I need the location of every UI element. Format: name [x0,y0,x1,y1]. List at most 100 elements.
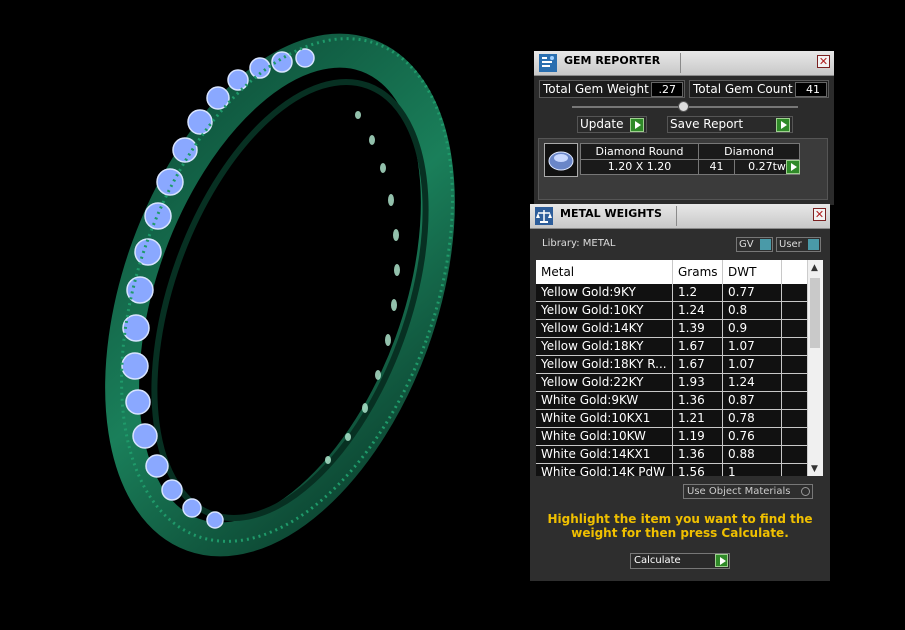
table-row[interactable]: Yellow Gold:10KY 1.24 0.8 [536,302,808,320]
gem-reporter-close-button[interactable]: ✕ [817,55,830,68]
gv-label: GV [739,239,754,250]
column-header-empty [782,260,808,284]
save-report-button-label: Save Report [670,117,744,131]
gem-count: 41 [699,160,735,175]
grams-cell: 1.39 [673,320,723,337]
3d-viewport[interactable] [0,0,530,626]
table-row[interactable]: Yellow Gold:18KY 1.67 1.07 [536,338,808,356]
gem-detail-grid: Diamond Round Diamond 1.20 X 1.20 41 0.2… [580,143,800,175]
grams-cell: 1.36 [673,392,723,409]
empty-cell [782,338,808,355]
table-row[interactable]: Yellow Gold:18KY R... 1.67 1.07 [536,356,808,374]
table-row[interactable]: White Gold:10KW 1.19 0.76 [536,428,808,446]
gem-select-play-button[interactable] [786,160,800,174]
ring-band [105,33,455,557]
empty-cell [782,464,808,476]
metal-table-header: Metal Grams DWT [536,260,808,284]
table-row[interactable]: White Gold:10KX1 1.21 0.78 [536,410,808,428]
use-object-materials-label: Use Object Materials [687,486,791,497]
metal-weights-titlebar[interactable]: METAL WEIGHTS ✕ [530,204,830,229]
gem-size: 1.20 X 1.20 [581,160,699,175]
library-label: Library: METAL [542,238,616,249]
gem-shape: Diamond Round [581,144,699,160]
table-row[interactable]: Yellow Gold:22KY 1.93 1.24 [536,374,808,392]
update-button-label: Update [580,117,624,131]
metal-cell: Yellow Gold:18KY [536,338,673,355]
scroll-down-icon[interactable]: ▼ [811,464,818,474]
empty-cell [782,374,808,391]
grams-cell: 1.24 [673,302,723,319]
titlebar-separator [676,206,677,226]
metal-cell: Yellow Gold:10KY [536,302,673,319]
empty-cell [782,446,808,463]
user-toggle[interactable]: User [776,237,821,252]
empty-cell [782,302,808,319]
use-object-materials-checkbox[interactable]: Use Object Materials [683,484,813,499]
grams-cell: 1.67 [673,356,723,373]
gem-list-item[interactable]: Diamond Round Diamond 1.20 X 1.20 41 0.2… [544,143,802,177]
metal-table-body: Yellow Gold:9KY 1.2 0.77 Yellow Gold:10KY 1.… [536,284,808,476]
dwt-cell: 0.88 [723,446,782,463]
gem-report-icon [539,54,557,72]
table-row[interactable]: Yellow Gold:9KY 1.2 0.77 [536,284,808,302]
scale-icon [535,207,553,225]
dwt-cell: 1.07 [723,338,782,355]
dwt-cell: 0.76 [723,428,782,445]
metal-weights-panel: METAL WEIGHTS ✕ Library: METAL GV User M… [530,204,830,581]
radio-icon [801,487,810,496]
column-header-metal[interactable]: Metal [536,260,673,284]
dwt-cell: 0.77 [723,284,782,301]
metal-weights-close-button[interactable]: ✕ [813,208,826,221]
calculate-hint: Highlight the item you want to find the … [547,512,813,540]
total-gem-count-value: 41 [795,82,827,97]
metal-cell: Yellow Gold:14KY [536,320,673,337]
table-row[interactable]: White Gold:14KX1 1.36 0.88 [536,446,808,464]
gem-reporter-titlebar[interactable]: GEM REPORTER ✕ [534,51,834,76]
scroll-thumb[interactable] [810,278,820,348]
dwt-cell: 0.8 [723,302,782,319]
empty-cell [782,320,808,337]
scroll-up-icon[interactable]: ▲ [811,263,818,273]
calculate-button[interactable]: Calculate [630,553,730,569]
gv-toggle[interactable]: GV [736,237,773,252]
dwt-cell: 0.78 [723,410,782,427]
titlebar-separator [680,53,681,73]
total-gem-weight-label: Total Gem Weight [543,82,649,96]
metal-table[interactable]: Metal Grams DWT Yellow Gold:9KY 1.2 0.77 Ye… [536,260,823,476]
dwt-cell: 1.24 [723,374,782,391]
dwt-cell: 1.07 [723,356,782,373]
metal-weights-title: METAL WEIGHTS [560,207,662,220]
calculate-button-label: Calculate [634,555,681,566]
metal-cell: White Gold:10KW [536,428,673,445]
diamond-round-icon [544,143,578,177]
save-report-play-icon [776,118,790,132]
empty-cell [782,356,808,373]
table-row[interactable]: Yellow Gold:14KY 1.39 0.9 [536,320,808,338]
ring-model [105,33,455,557]
empty-cell [782,392,808,409]
gem-slider-handle[interactable] [678,101,689,112]
grams-cell: 1.36 [673,446,723,463]
table-row[interactable]: White Gold:14K PdW 1.56 1 [536,464,808,476]
grams-cell: 1.56 [673,464,723,476]
metal-cell: White Gold:14KX1 [536,446,673,463]
empty-cell [782,284,808,301]
metal-cell: White Gold:14K PdW [536,464,673,476]
user-toggle-indicator [808,239,819,250]
save-report-button[interactable]: Save Report [667,116,793,133]
gem-material: Diamond [699,144,799,160]
column-header-grams[interactable]: Grams [673,260,723,284]
metal-table-scrollbar[interactable]: ▲ ▼ [807,260,823,476]
table-row[interactable]: White Gold:9KW 1.36 0.87 [536,392,808,410]
grams-cell: 1.93 [673,374,723,391]
gem-reporter-title: GEM REPORTER [564,54,661,67]
metal-cell: White Gold:9KW [536,392,673,409]
dwt-cell: 0.87 [723,392,782,409]
gem-reporter-panel: GEM REPORTER ✕ Total Gem Weight .27 Tota… [534,51,834,205]
total-gem-count-label: Total Gem Count [693,82,793,96]
grams-cell: 1.67 [673,338,723,355]
column-header-dwt[interactable]: DWT [723,260,782,284]
dwt-cell: 0.9 [723,320,782,337]
empty-cell [782,410,808,427]
update-button[interactable]: Update [577,116,647,133]
